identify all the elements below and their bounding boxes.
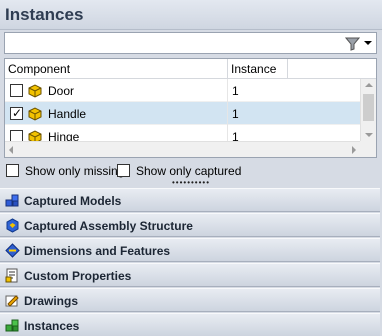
assembly-structure-icon (6, 218, 19, 233)
section-captured-assembly-structure[interactable]: Captured Assembly Structure (0, 213, 380, 237)
instance-count: 1 (232, 107, 239, 121)
instances-grid: Component Instance Door 1 ✓ Handle 1 Hin… (4, 58, 377, 158)
component-name: Handle (48, 107, 87, 121)
captured-models-icon (5, 194, 19, 207)
column-header-component[interactable]: Component (8, 62, 70, 76)
column-header-instance[interactable]: Instance (231, 62, 276, 76)
filter-dropdown-arrow-icon[interactable] (364, 41, 372, 45)
scroll-left-icon[interactable] (9, 146, 13, 154)
component-name: Door (48, 84, 75, 98)
show-only-missing-label[interactable]: Show only missing (25, 164, 124, 178)
section-label: Instances (24, 319, 80, 333)
instances-icon (5, 319, 19, 332)
instance-count: 1 (232, 84, 239, 98)
scroll-up-icon[interactable] (365, 83, 373, 87)
panel-splitter[interactable]: •••••••••• (0, 179, 382, 187)
section-label: Custom Properties (24, 269, 132, 283)
vertical-scrollbar[interactable] (360, 79, 376, 141)
component-part-icon (28, 107, 42, 121)
cell-divider (227, 102, 228, 125)
scroll-corner (360, 141, 376, 157)
panel-header: Instances (0, 0, 382, 30)
section-label: Captured Assembly Structure (24, 219, 193, 233)
filter-input[interactable] (8, 35, 328, 51)
column-divider[interactable] (287, 59, 288, 79)
section-captured-models[interactable]: Captured Models (0, 188, 380, 212)
section-label: Drawings (24, 294, 79, 308)
section-custom-properties[interactable]: Custom Properties (0, 263, 380, 287)
checkmark-icon: ✓ (12, 106, 23, 120)
filter-icon[interactable] (345, 36, 360, 51)
grid-header: Component Instance (5, 59, 376, 79)
section-drawings[interactable]: Drawings (0, 288, 380, 312)
custom-properties-icon (5, 268, 18, 283)
show-only-captured-checkbox[interactable] (117, 164, 130, 177)
filter-bar (4, 32, 377, 54)
panel-title: Instances (5, 5, 84, 24)
cell-divider (227, 79, 228, 102)
table-row[interactable]: Door 1 (5, 79, 360, 102)
drawings-icon (5, 295, 19, 307)
show-only-captured-label[interactable]: Show only captured (136, 164, 241, 178)
section-instances[interactable]: Instances (0, 313, 380, 336)
component-part-icon (28, 84, 42, 98)
show-only-missing-checkbox[interactable] (6, 164, 19, 177)
section-dimensions-and-features[interactable]: Dimensions and Features (0, 238, 380, 262)
column-divider[interactable] (227, 59, 228, 79)
horizontal-scrollbar[interactable] (5, 141, 360, 157)
scroll-thumb[interactable] (363, 94, 374, 121)
row-checkbox[interactable] (10, 84, 23, 97)
table-row[interactable]: ✓ Handle 1 (5, 102, 360, 125)
scroll-right-icon[interactable] (352, 146, 356, 154)
dimensions-icon (5, 243, 20, 258)
section-label: Captured Models (24, 194, 122, 208)
section-label: Dimensions and Features (24, 244, 171, 258)
scroll-down-icon[interactable] (365, 133, 373, 137)
row-checkbox[interactable]: ✓ (10, 106, 23, 120)
